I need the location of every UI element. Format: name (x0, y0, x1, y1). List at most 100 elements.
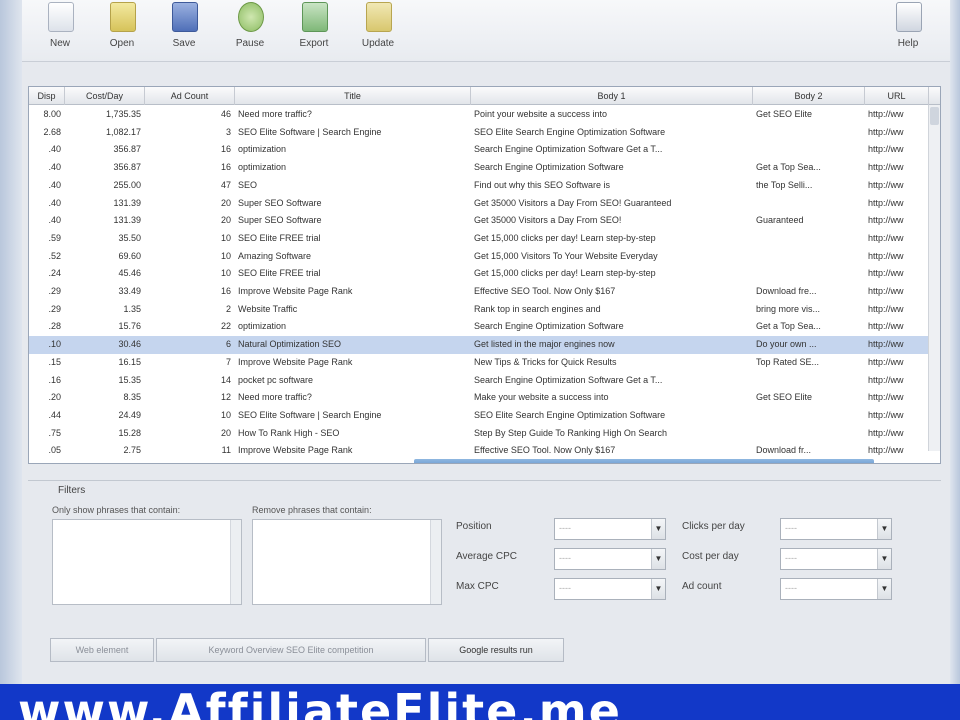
new-button[interactable]: New (32, 0, 88, 58)
remove-phrases-list[interactable] (252, 519, 442, 605)
window-frame-right (950, 0, 960, 690)
table-row[interactable]: .05 2.75 11 Improve Website Page Rank Effect… (29, 442, 929, 460)
cell-body2 (753, 425, 865, 443)
only-show-phrases-list[interactable] (52, 519, 242, 605)
max-cpc-select[interactable]: ---- ▼ (554, 578, 666, 600)
filters-title: Filters (58, 485, 86, 496)
cell-title: Need more traffic? (238, 392, 312, 403)
cell-body1: Make your website a success into (474, 392, 609, 403)
table-row[interactable]: .24 45.46 10 SEO Elite FREE trial Get 15,000… (29, 265, 929, 283)
table-row[interactable]: .16 15.35 14 pocket pc software Search Engin… (29, 372, 929, 390)
column-header-body2[interactable]: Body 2 (753, 87, 865, 105)
cell-body1: Get 35000 Visitors a Day From SEO! Guara… (474, 197, 672, 208)
cell-title: optimization (238, 321, 287, 332)
table-row[interactable]: .40 131.39 20 Super SEO Software Get 35000 V… (29, 195, 929, 213)
export-button[interactable]: Export (286, 0, 342, 58)
save-button[interactable]: Save (156, 0, 212, 58)
web-element-button[interactable]: Web element (50, 638, 154, 662)
table-row[interactable]: .40 356.87 16 optimization Search Engine Opt… (29, 159, 929, 177)
column-header-ad-count[interactable]: Ad Count (145, 87, 235, 105)
column-header-title[interactable]: Title (235, 87, 471, 105)
cell-body2: Top Rated SE... (756, 356, 820, 367)
table-row[interactable]: .59 35.50 10 SEO Elite FREE trial Get 15,000… (29, 230, 929, 248)
cell-title: Super SEO Software (238, 215, 322, 226)
cell-ad-count: 10 (220, 232, 231, 243)
table-row[interactable]: .40 356.87 16 optimization Search Engine Opt… (29, 141, 929, 159)
cell-ad-count: 22 (220, 321, 231, 332)
help-button[interactable]: Help (880, 0, 936, 58)
cell-body1: Get 15,000 clicks per day! Learn step-by… (474, 232, 656, 243)
table-row[interactable]: .15 16.15 7 Improve Website Page Rank New Ti… (29, 354, 929, 372)
table-row[interactable]: .10 30.46 6 Natural Optimization SEO Get lis… (29, 336, 929, 354)
table-row[interactable]: .29 33.49 16 Improve Website Page Rank Effec… (29, 283, 929, 301)
cell-ad-count: 6 (225, 339, 231, 350)
cell-ad-count: 16 (220, 286, 231, 296)
remove-phrases-label: Remove phrases that contain: (252, 505, 372, 515)
cell-disp: .29 (48, 286, 61, 296)
cell-ad-count: 2 (225, 303, 231, 314)
only-show-list-scrollbar[interactable] (230, 520, 241, 604)
cell-body1: Get 15,000 clicks per day! Learn step-by… (474, 268, 656, 279)
table-row[interactable]: .20 8.35 12 Need more traffic? Make your web… (29, 389, 929, 407)
table-row[interactable]: .40 131.39 20 Super SEO Software Get 35000 V… (29, 212, 929, 230)
max-cpc-label: Max CPC (456, 581, 499, 592)
cell-ad-count: 10 (220, 250, 231, 261)
ad-count-select[interactable]: ---- ▼ (780, 578, 892, 600)
cell-cost-per-day: 255.00 (113, 179, 141, 190)
cell-ad-count: 14 (220, 374, 231, 385)
cell-disp: .20 (48, 392, 61, 403)
cell-cost-per-day: 131.39 (113, 215, 141, 226)
cell-cost-per-day: 15.35 (118, 374, 141, 385)
table-row[interactable]: 8.00 1,735.35 46 Need more traffic? Point yo… (29, 106, 929, 124)
cell-cost-per-day: 1.35 (123, 303, 141, 314)
cell-disp: 2.68 (43, 126, 61, 137)
open-button[interactable]: Open (94, 0, 150, 58)
column-header-url[interactable]: URL (865, 87, 929, 105)
cell-ad-count: 46 (220, 109, 231, 119)
position-select[interactable]: ---- ▼ (554, 518, 666, 540)
column-header-disp[interactable]: Disp (29, 87, 65, 105)
position-label: Position (456, 521, 492, 532)
table-row[interactable]: .52 69.60 10 Amazing Software Get 15,000 Vis… (29, 248, 929, 266)
help-button-label: Help (897, 38, 919, 49)
clicks-per-day-select[interactable]: ---- ▼ (780, 518, 892, 540)
cell-body2 (753, 141, 865, 159)
column-header-body1[interactable]: Body 1 (471, 87, 753, 105)
cell-cost-per-day: 69.60 (118, 250, 141, 261)
table-row[interactable]: .28 15.76 22 optimization Search Engine Opti… (29, 318, 929, 336)
average-cpc-select-value: ---- (559, 553, 571, 563)
cost-per-day-select[interactable]: ---- ▼ (780, 548, 892, 570)
column-header-cost-per-day[interactable]: Cost/Day (65, 87, 145, 105)
cell-body1: Effective SEO Tool. Now Only $167 (474, 445, 616, 456)
table-row[interactable]: .44 24.49 10 SEO Elite Software | Search En… (29, 407, 929, 425)
cell-disp: .44 (48, 409, 61, 420)
average-cpc-select[interactable]: ---- ▼ (554, 548, 666, 570)
google-results-button[interactable]: Google results run (428, 638, 564, 662)
remove-list-scrollbar[interactable] (430, 520, 441, 604)
table-row[interactable]: 2.68 1,082.17 3 SEO Elite Software | Search… (29, 124, 929, 142)
cell-disp: .75 (48, 427, 61, 438)
cell-body1: New Tips & Tricks for Quick Results (474, 356, 617, 367)
cell-title: SEO Elite Software | Search Engine (238, 409, 382, 420)
cell-title: Improve Website Page Rank (238, 286, 353, 296)
cell-body2 (753, 372, 865, 390)
chevron-down-icon: ▼ (877, 579, 891, 599)
keyword-overview-button[interactable]: Keyword Overview SEO Elite competition (156, 638, 426, 662)
table-row[interactable]: .75 15.28 20 How To Rank High - SEO Step By … (29, 425, 929, 443)
cell-cost-per-day: 8.35 (123, 392, 141, 403)
save-button-label: Save (172, 38, 196, 49)
table-row[interactable]: .29 1.35 2 Website Traffic Rank top in searc… (29, 301, 929, 319)
grid-scroll-thumb[interactable] (930, 107, 939, 125)
cell-disp: .40 (48, 162, 61, 173)
cell-body2 (753, 195, 865, 213)
cell-body1: Search Engine Optimization Software (474, 321, 624, 332)
update-icon (366, 2, 392, 32)
keyword-grid: Disp Cost/Day Ad Count Title Body 1 Body… (28, 86, 941, 464)
grid-vertical-scrollbar[interactable] (928, 105, 940, 451)
cost-per-day-select-value: ---- (785, 553, 797, 563)
pause-button[interactable]: Pause (222, 0, 278, 58)
update-button[interactable]: Update (350, 0, 406, 58)
table-row[interactable]: .40 255.00 47 SEO Find out why this SEO Soft… (29, 177, 929, 195)
grid-horizontal-scrollbar[interactable] (414, 459, 874, 463)
cell-body2: Guaranteed (756, 215, 804, 226)
